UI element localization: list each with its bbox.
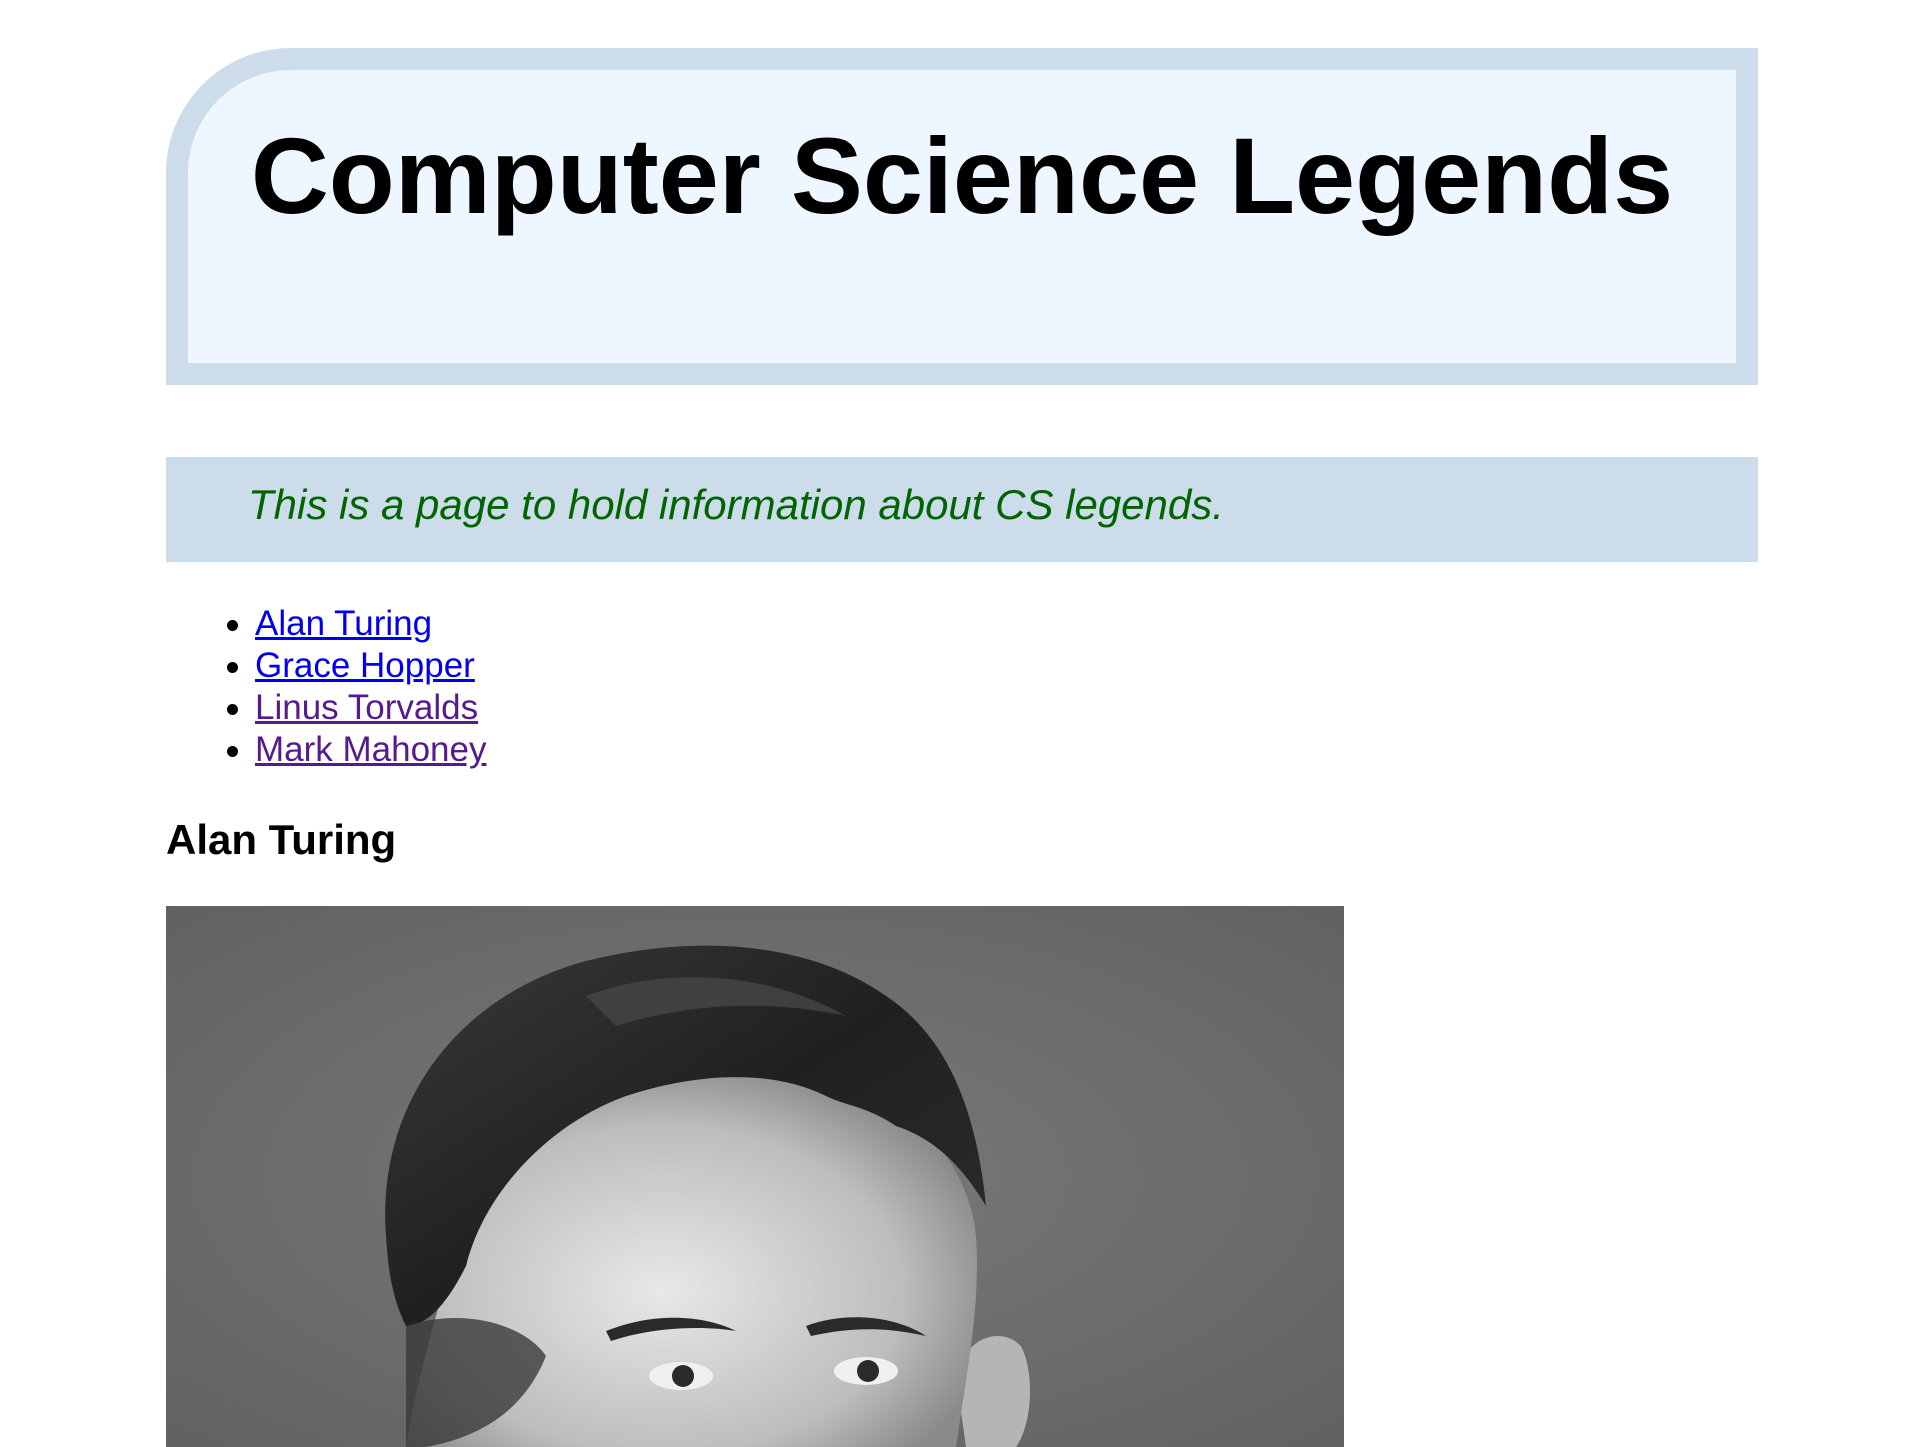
nav-link-mark-mahoney[interactable]: Mark Mahoney <box>255 730 486 769</box>
bullet-icon <box>227 662 238 673</box>
page-title: Computer Science Legends <box>250 115 1674 236</box>
portrait-photo-icon <box>166 906 1344 1447</box>
header-banner: Computer Science Legends <box>166 48 1758 385</box>
page: Computer Science Legends This is a page … <box>0 0 1906 1447</box>
intro-text: This is a page to hold information about… <box>248 481 1224 528</box>
list-item: Grace Hopper <box>227 645 486 687</box>
intro-banner: This is a page to hold information about… <box>166 457 1758 562</box>
section-heading-alan-turing: Alan Turing <box>166 816 397 863</box>
nav-link-grace-hopper[interactable]: Grace Hopper <box>255 646 475 685</box>
bullet-icon <box>227 746 238 757</box>
legends-nav-list: Alan Turing Grace Hopper Linus Torvalds … <box>227 603 486 771</box>
list-item: Mark Mahoney <box>227 729 486 771</box>
bullet-icon <box>227 620 238 631</box>
nav-link-linus-torvalds[interactable]: Linus Torvalds <box>255 688 478 727</box>
portrait-image <box>166 906 1344 1447</box>
nav-link-alan-turing[interactable]: Alan Turing <box>255 604 432 643</box>
bullet-icon <box>227 704 238 715</box>
list-item: Linus Torvalds <box>227 687 486 729</box>
list-item: Alan Turing <box>227 603 486 645</box>
